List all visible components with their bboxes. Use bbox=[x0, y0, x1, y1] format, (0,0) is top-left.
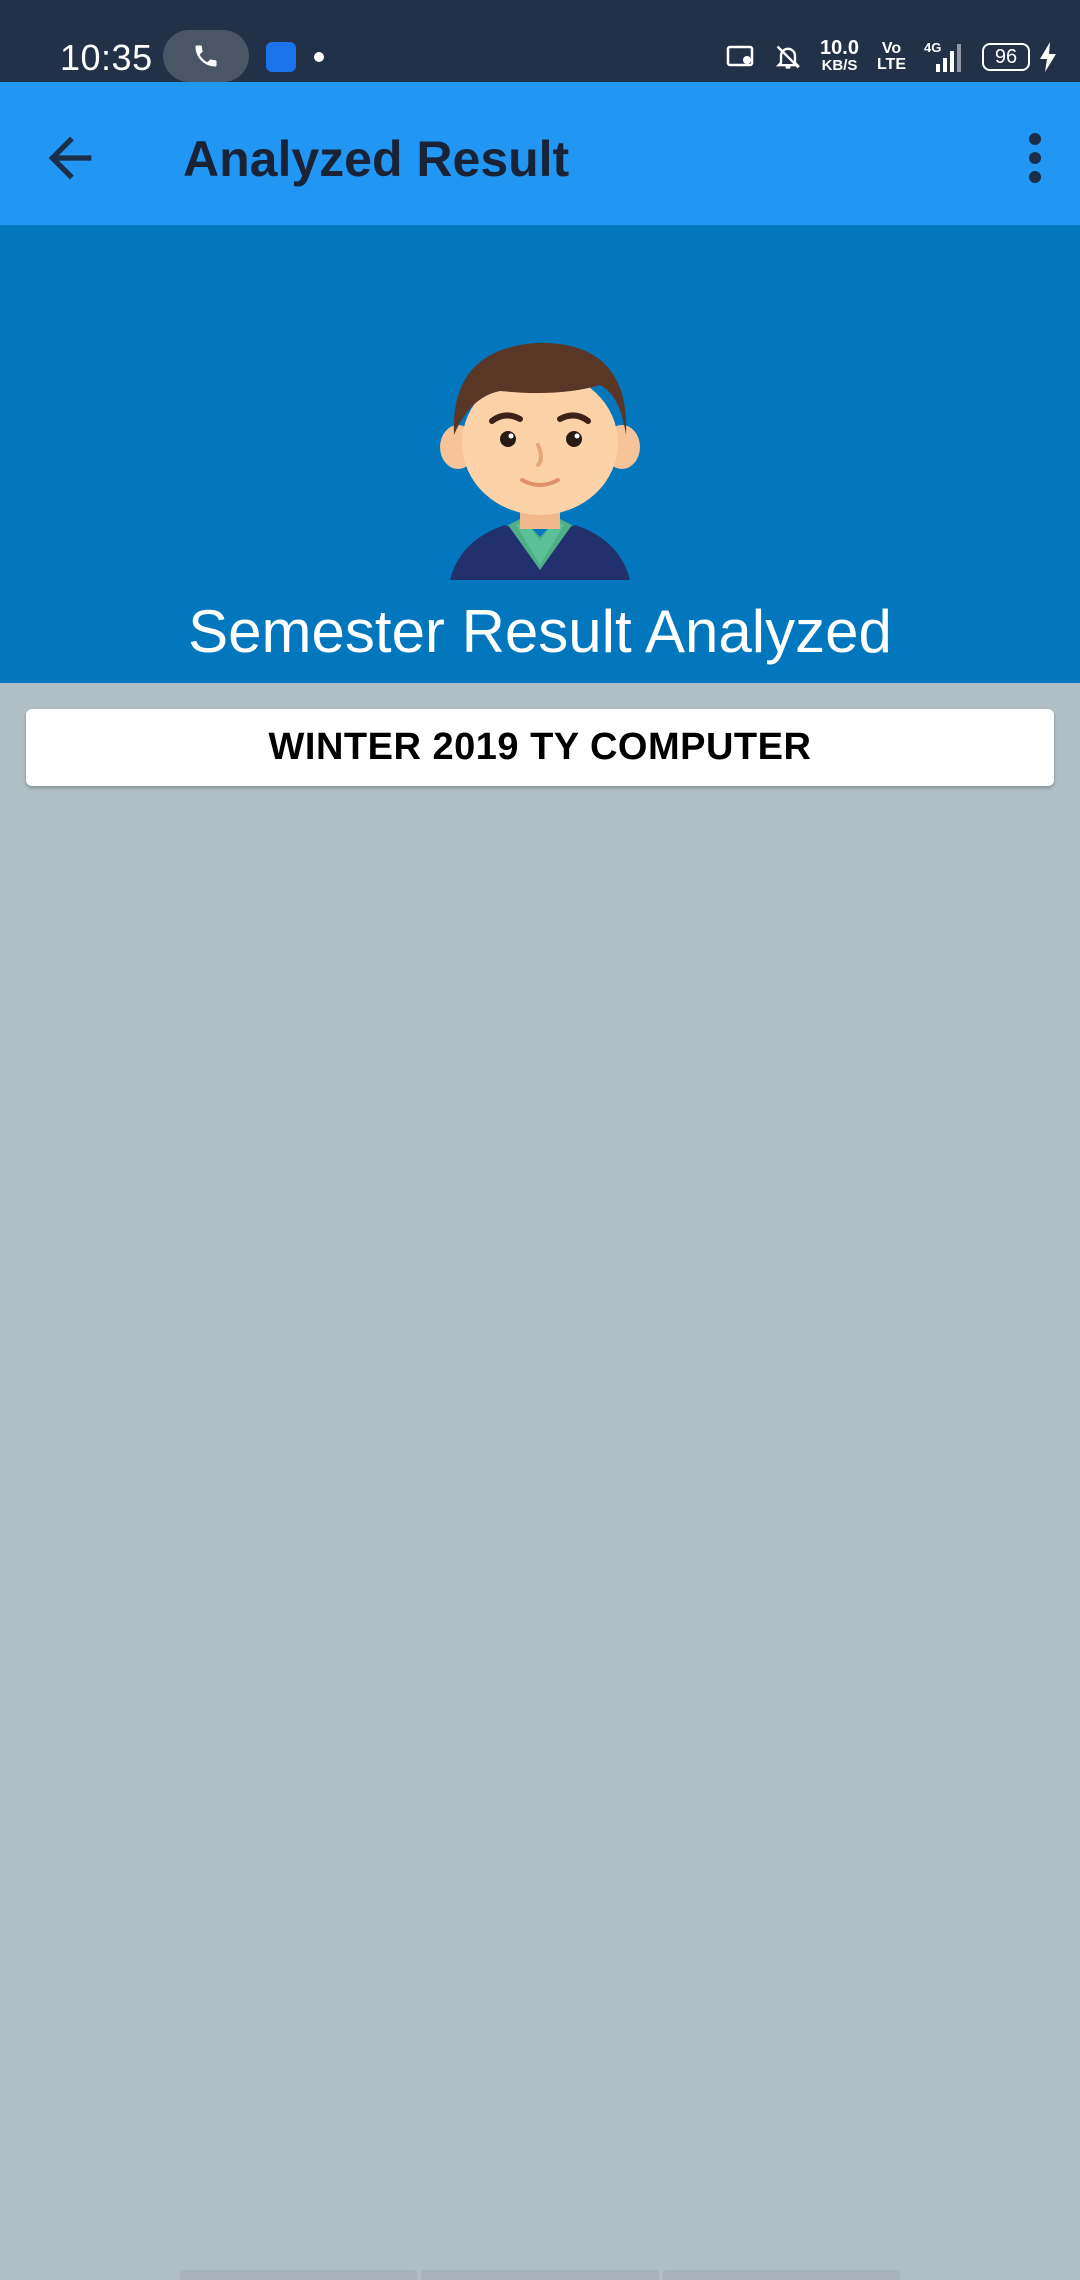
status-bar: 10:35 10.0 KB/S Vo LTE 4G 96 bbox=[0, 0, 1080, 82]
result-card[interactable]: WINTER 2019 TY COMPUTER bbox=[26, 709, 1054, 786]
bottom-edge bbox=[180, 2270, 900, 2280]
phone-icon bbox=[195, 45, 217, 67]
signal-icon: 4G bbox=[924, 40, 964, 74]
app-bar: Analyzed Result bbox=[0, 82, 1080, 225]
result-card-label: WINTER 2019 TY COMPUTER bbox=[268, 726, 812, 768]
speed-unit: KB/S bbox=[821, 57, 858, 74]
notification-dot-icon bbox=[314, 52, 324, 62]
cast-icon bbox=[726, 45, 754, 67]
overflow-menu-button[interactable] bbox=[1000, 122, 1070, 194]
network-speed: 10.0 KB/S bbox=[820, 37, 859, 75]
speed-value: 10.0 bbox=[820, 37, 859, 59]
bottom-edge-segment bbox=[180, 2270, 418, 2280]
bell-off-icon bbox=[775, 45, 801, 69]
student-avatar-icon bbox=[440, 342, 640, 580]
status-icons: 10.0 KB/S Vo LTE 4G 96 bbox=[726, 32, 1080, 82]
android-app-icon bbox=[266, 42, 296, 72]
call-indicator[interactable] bbox=[163, 30, 249, 82]
more-vert-icon bbox=[1029, 133, 1041, 183]
volte-bottom: LTE bbox=[876, 56, 906, 73]
charging-icon bbox=[1040, 42, 1056, 72]
back-button[interactable] bbox=[38, 126, 102, 190]
header-title: Semester Result Analyzed bbox=[188, 598, 892, 665]
battery-indicator: 96 bbox=[982, 43, 1030, 71]
volte-indicator: Vo LTE bbox=[877, 41, 906, 73]
page-title: Analyzed Result bbox=[183, 131, 570, 187]
arrow-back-icon bbox=[48, 136, 92, 180]
volte-top: Vo bbox=[881, 40, 902, 57]
status-time: 10:35 bbox=[60, 37, 153, 78]
bottom-edge-segment bbox=[662, 2270, 900, 2280]
result-header: Semester Result Analyzed bbox=[0, 225, 1080, 683]
bottom-edge-segment bbox=[421, 2270, 659, 2280]
